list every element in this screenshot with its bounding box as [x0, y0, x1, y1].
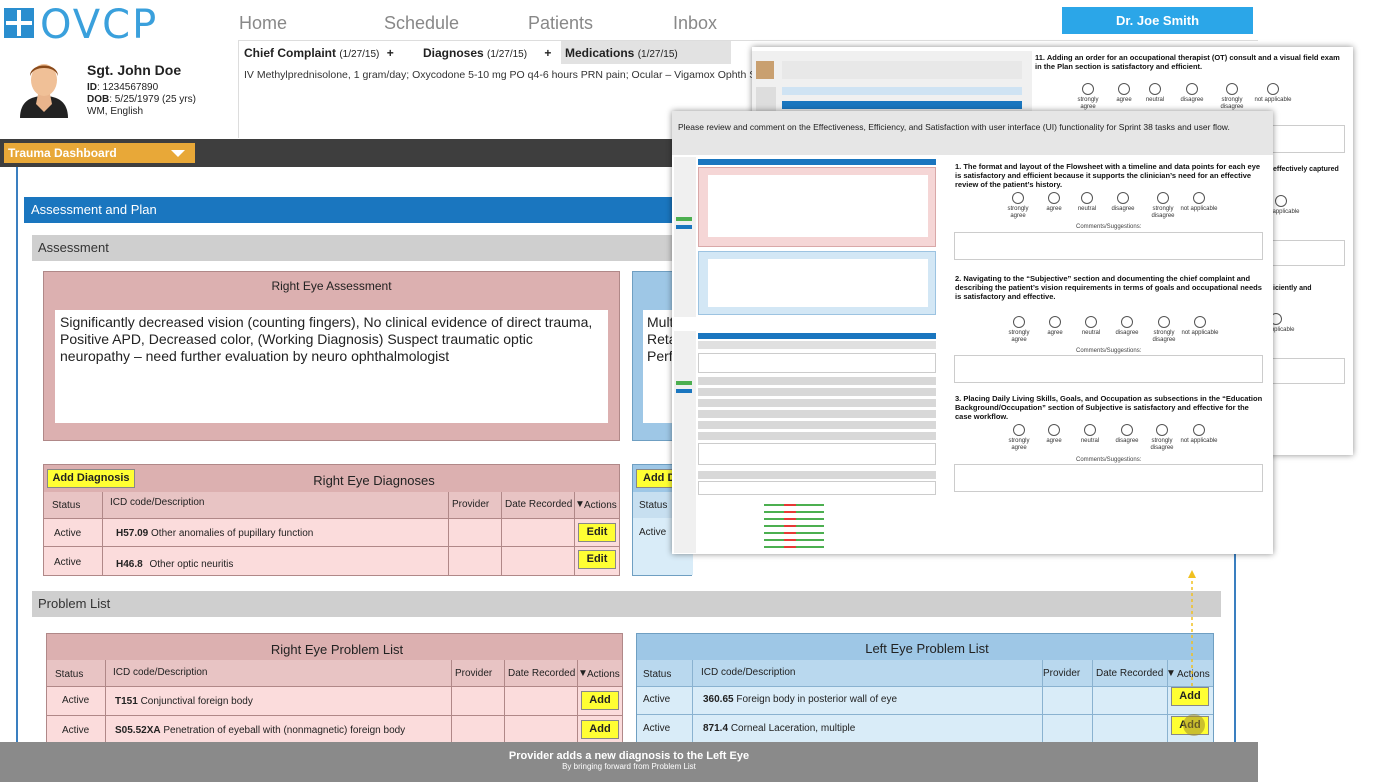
add-button[interactable]: Add — [581, 691, 619, 710]
option-strongly-disagree[interactable]: strongly disagree — [1143, 424, 1181, 452]
tab-diagnoses[interactable]: Diagnoses (1/27/15) + — [419, 41, 559, 64]
patient-id: ID: 1234567890 — [87, 82, 159, 93]
option-not-applicable[interactable]: not applicable — [1181, 316, 1219, 337]
user-button[interactable]: Dr. Joe Smith — [1062, 7, 1253, 34]
footer-subtitle: By bringing forward from Problem List — [562, 762, 696, 771]
chevron-down-icon — [171, 150, 185, 157]
sort-date-recorded[interactable]: Date Recorded ▼ — [505, 499, 585, 510]
left-eye-problems-title: Left Eye Problem List — [865, 641, 989, 656]
sort-date-recorded[interactable]: Date Recorded ▼ — [508, 668, 588, 679]
nav-schedule[interactable]: Schedule — [384, 13, 459, 34]
comments-box[interactable] — [954, 232, 1263, 260]
option-neutral[interactable]: neutral — [1071, 424, 1109, 445]
add-chief-complaint-icon[interactable]: + — [387, 46, 394, 60]
comments-box[interactable] — [1267, 240, 1345, 266]
survey-intro: Please review and comment on the Effecti… — [678, 122, 1230, 132]
nav-inbox[interactable]: Inbox — [673, 13, 717, 34]
comments-box[interactable] — [954, 355, 1263, 383]
option-disagree[interactable]: disagree — [1108, 316, 1146, 337]
option-neutral[interactable]: neutral — [1072, 316, 1110, 337]
right-eye-diagnoses-table: Add Diagnosis Right Eye Diagnoses Status… — [43, 464, 620, 576]
edit-button[interactable]: Edit — [578, 523, 616, 542]
option-strongly-agree[interactable]: strongly agree — [999, 192, 1037, 220]
right-eye-problem-table: Right Eye Problem List Status ICD code/D… — [46, 633, 623, 744]
option-not-applicable[interactable]: not applicable — [1180, 424, 1218, 445]
nav-home[interactable]: Home — [239, 13, 287, 34]
sort-date-recorded[interactable]: Date Recorded ▼ — [1096, 668, 1176, 679]
option-strongly-disagree[interactable]: strongly disagree — [1144, 192, 1182, 220]
footer-caption: Provider adds a new diagnosis to the Lef… — [0, 742, 1258, 782]
option-agree[interactable]: agree — [1035, 424, 1073, 445]
option-not-applicable[interactable]: not applicable — [1180, 192, 1218, 213]
option-neutral[interactable]: neutral — [1136, 83, 1174, 104]
right-eye-assessment-title: Right Eye Assessment — [271, 279, 392, 293]
nav-patients[interactable]: Patients — [528, 13, 593, 34]
option-strongly-disagree[interactable]: strongly disagree — [1213, 83, 1251, 111]
survey-question-11: 11. Adding an order for an occupational … — [1035, 53, 1340, 71]
add-diagnosis-button[interactable]: Add Diagnosis — [47, 469, 135, 488]
comments-box[interactable] — [954, 464, 1263, 492]
right-eye-assessment-text[interactable]: Significantly decreased vision (counting… — [55, 310, 608, 423]
option-disagree[interactable]: disagree — [1173, 83, 1211, 104]
option-strongly-agree[interactable]: strongly agree — [1069, 83, 1107, 111]
option-neutral[interactable]: neutral — [1068, 192, 1106, 213]
dashboard-selector[interactable]: Trauma Dashboard — [4, 143, 195, 163]
survey-question-3: 3. Placing Daily Living Skills, Goals, a… — [955, 394, 1263, 421]
patient-dob: DOB: 5/25/1979 (25 yrs) — [87, 94, 196, 105]
app-logo: OVCP — [40, 2, 159, 48]
right-eye-problems-title: Right Eye Problem List — [270, 642, 404, 657]
footer-title: Provider adds a new diagnosis to the Lef… — [508, 750, 750, 762]
flowsheet-thumbnail — [674, 157, 938, 317]
survey-question-2: 2. Navigating to the “Subjective” sectio… — [955, 274, 1262, 301]
add-button[interactable]: Add — [581, 720, 619, 739]
option-strongly-disagree[interactable]: strongly disagree — [1145, 316, 1183, 344]
survey-panel-front: Please review and comment on the Effecti… — [672, 111, 1273, 554]
medications-line: IV Methylprednisolone, 1 gram/day; Oxyco… — [244, 69, 757, 81]
patient-name: Sgt. John Doe — [87, 62, 182, 78]
comments-box[interactable] — [1267, 358, 1345, 384]
add-button[interactable]: Add — [1171, 687, 1209, 706]
tab-medications[interactable]: Medications (1/27/15) — [561, 41, 731, 64]
option-disagree[interactable]: disagree — [1108, 424, 1146, 445]
option-disagree[interactable]: disagree — [1104, 192, 1142, 213]
subjective-thumbnail — [674, 331, 938, 553]
section-problem-list[interactable]: Problem List — [32, 591, 1221, 617]
option-agree[interactable]: agree — [1036, 316, 1074, 337]
edit-button[interactable]: Edit — [578, 550, 616, 569]
left-eye-problem-table: Left Eye Problem List Status ICD code/De… — [636, 633, 1214, 744]
option-strongly-agree[interactable]: strongly agree — [1000, 424, 1038, 452]
option-not-applicable[interactable]: not applicable — [1254, 83, 1292, 104]
right-eye-assessment: Right Eye Assessment Significantly decre… — [43, 271, 620, 441]
survey-question-1: 1. The format and layout of the Flowshee… — [955, 162, 1261, 189]
add-diagnosis-icon[interactable]: + — [544, 46, 551, 60]
avatar — [20, 64, 68, 118]
option-strongly-agree[interactable]: strongly agree — [1000, 316, 1038, 344]
comments-box[interactable] — [1267, 125, 1345, 153]
patient-demographics: WM, English — [87, 106, 144, 117]
flow-arrow-icon — [1188, 570, 1196, 686]
logo-icon — [4, 8, 34, 38]
tab-chief-complaint[interactable]: Chief Complaint (1/27/15) + — [240, 41, 402, 64]
right-eye-diagnoses-title: Right Eye Diagnoses — [313, 473, 435, 488]
cursor-indicator — [1183, 714, 1205, 736]
